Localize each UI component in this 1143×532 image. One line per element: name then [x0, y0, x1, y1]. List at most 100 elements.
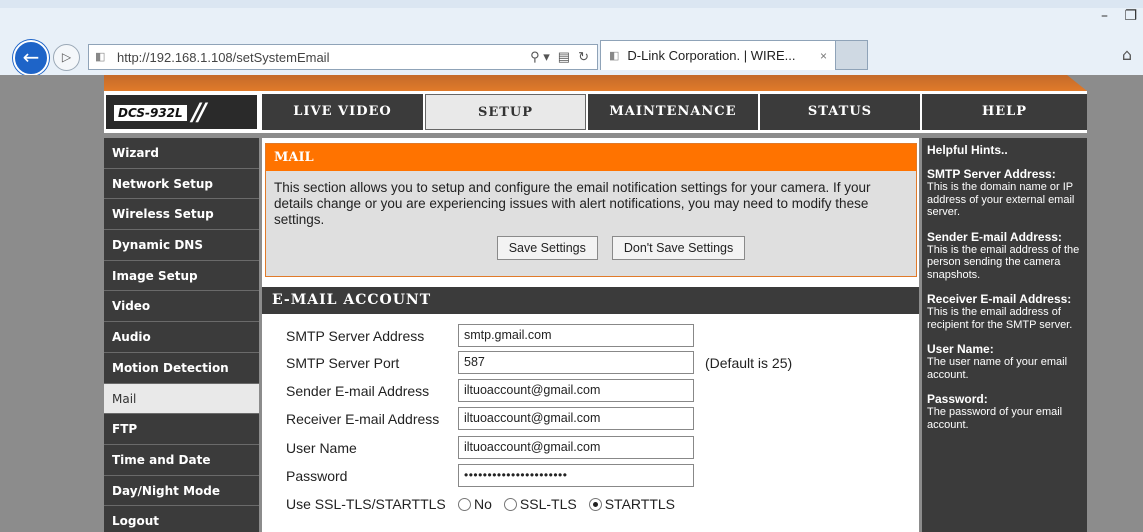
sender-email-label: Sender E-mail Address — [286, 383, 430, 399]
ssl-row: Use SSL-TLS/STARTTLS No SSL-TLS STARTTLS — [265, 492, 905, 516]
username-row: User Name iltuoaccount@gmail.com — [265, 436, 905, 460]
browser-tab[interactable]: ◧ D-Link Corporation. | WIRE... × — [600, 40, 836, 70]
browser-toolbar: – ❐ ← ▷ ◧ http://192.168.1.108/setSystem… — [0, 0, 1143, 76]
sidebar-item-time-and-date[interactable]: Time and Date — [104, 445, 259, 476]
sidebar-item-mail[interactable]: Mail — [104, 383, 259, 415]
ssl-option-starttls[interactable]: STARTTLS — [588, 496, 675, 512]
smtp-port-input[interactable]: 587 — [458, 351, 694, 374]
username-input[interactable]: iltuoaccount@gmail.com — [458, 436, 694, 459]
help-body: This is the domain name or IP address of… — [927, 181, 1075, 218]
receiver-email-label: Receiver E-mail Address — [286, 411, 440, 427]
sidebar-item-video[interactable]: Video — [104, 291, 259, 323]
tab-help[interactable]: HELP — [922, 94, 1087, 130]
tab-favicon-icon: ◧ — [609, 50, 620, 62]
receiver-email-row: Receiver E-mail Address iltuoaccount@gma… — [265, 407, 905, 431]
sidebar-item-motion-detection[interactable]: Motion Detection — [104, 353, 259, 384]
helpful-hints-panel: Helpful Hints.. SMTP Server Address: Thi… — [922, 138, 1087, 532]
help-body: The user name of your email account. — [927, 356, 1068, 381]
radio-ssl-tls[interactable] — [503, 497, 517, 511]
tab-status[interactable]: STATUS — [760, 94, 920, 130]
sidebar-item-network-setup[interactable]: Network Setup — [104, 169, 259, 200]
helpful-hints-title: Helpful Hints.. — [927, 143, 1008, 157]
ssl-option-ssl-tls[interactable]: SSL-TLS — [503, 496, 577, 512]
save-settings-button[interactable]: Save Settings — [496, 236, 598, 260]
help-head: Password: — [927, 392, 988, 406]
help-item-sender-email: Sender E-mail Address: This is the email… — [927, 229, 1083, 282]
radio-no[interactable] — [458, 497, 471, 511]
sidebar-item-wizard[interactable]: Wizard — [104, 138, 259, 169]
main-content: MAIL This section allows you to setup an… — [262, 138, 919, 532]
tab-close-icon[interactable]: × — [820, 49, 827, 63]
header-accent-band — [104, 75, 1087, 91]
address-bar[interactable]: ◧ http://192.168.1.108/setSystemEmail ⚲ … — [88, 44, 598, 70]
search-dropdown-icon[interactable]: ⚲ ▾ — [530, 49, 550, 65]
compatibility-view-icon[interactable]: ▤ — [558, 49, 570, 65]
password-row: Password •••••••••••••••••••••• — [265, 464, 905, 488]
tab-setup[interactable]: SETUP — [425, 94, 586, 130]
ssl-option-no[interactable]: No — [458, 496, 492, 512]
tab-title: D-Link Corporation. | WIRE... — [627, 48, 796, 63]
logo-slashes: // — [192, 98, 206, 126]
new-tab-button[interactable] — [836, 40, 868, 70]
sidebar-item-image-setup[interactable]: Image Setup — [104, 261, 259, 292]
sidebar-item-logout[interactable]: Logout — [104, 506, 259, 532]
restore-icon[interactable]: ❐ — [1124, 8, 1137, 24]
home-icon[interactable]: ⌂ — [1116, 44, 1138, 66]
help-head: User Name: — [927, 342, 994, 356]
sidebar-nav: Wizard Network Setup Wireless Setup Dyna… — [104, 138, 259, 532]
ssl-option-starttls-label: STARTTLS — [604, 496, 675, 512]
help-head: Receiver E-mail Address: — [927, 292, 1072, 306]
username-label: User Name — [286, 440, 357, 456]
mail-section: MAIL This section allows you to setup an… — [265, 143, 917, 277]
dont-save-settings-button[interactable]: Don't Save Settings — [611, 236, 746, 260]
back-arrow-icon[interactable]: ← — [13, 40, 49, 76]
forward-arrow-icon[interactable]: ▷ — [53, 44, 80, 71]
sidebar-item-day-night-mode[interactable]: Day/Night Mode — [104, 476, 259, 507]
page-favicon-icon: ◧ — [95, 51, 106, 63]
sidebar-item-ftp[interactable]: FTP — [104, 414, 259, 445]
receiver-email-input[interactable]: iltuoaccount@gmail.com — [458, 407, 694, 430]
smtp-port-default-note: (Default is 25) — [705, 355, 793, 371]
radio-starttls[interactable] — [588, 497, 602, 511]
tab-maintenance[interactable]: MAINTENANCE — [588, 94, 758, 130]
smtp-port-row: SMTP Server Port 587 (Default is 25) — [265, 351, 905, 375]
help-item-receiver-email: Receiver E-mail Address: This is the ema… — [927, 293, 1083, 331]
sender-email-row: Sender E-mail Address iltuoaccount@gmail… — [265, 379, 905, 403]
logo-model-text: DCS-932L — [114, 105, 187, 121]
ssl-option-no-label: No — [474, 496, 492, 512]
smtp-port-label: SMTP Server Port — [286, 355, 400, 371]
ssl-radio-group: No SSL-TLS STARTTLS — [458, 496, 683, 512]
sidebar-item-dynamic-dns[interactable]: Dynamic DNS — [104, 230, 259, 261]
password-input[interactable]: •••••••••••••••••••••• — [458, 464, 694, 487]
help-item-password: Password: The password of your email acc… — [927, 393, 1083, 431]
refresh-icon[interactable]: ↻ — [578, 49, 589, 65]
smtp-server-input[interactable]: smtp.gmail.com — [458, 324, 694, 347]
smtp-server-label: SMTP Server Address — [286, 328, 425, 344]
product-logo: DCS-932L // — [104, 93, 259, 131]
address-url[interactable]: http://192.168.1.108/setSystemEmail — [117, 50, 530, 65]
tab-live-video[interactable]: LIVE VIDEO — [262, 94, 423, 130]
sidebar-item-audio[interactable]: Audio — [104, 322, 259, 353]
sender-email-input[interactable]: iltuoaccount@gmail.com — [458, 379, 694, 402]
sidebar-item-wireless-setup[interactable]: Wireless Setup — [104, 199, 259, 231]
mail-action-buttons: Save Settings Don't Save Settings — [266, 236, 916, 260]
camera-web-page: DCS-932L // LIVE VIDEO SETUP MAINTENANCE… — [0, 75, 1143, 532]
page-margin — [1087, 75, 1143, 532]
minimize-icon[interactable]: – — [1101, 8, 1108, 24]
smtp-server-row: SMTP Server Address smtp.gmail.com — [265, 324, 905, 348]
password-label: Password — [286, 468, 348, 484]
ssl-label: Use SSL-TLS/STARTTLS — [286, 496, 446, 512]
mail-section-title: MAIL — [266, 144, 916, 171]
help-head: SMTP Server Address: — [927, 167, 1056, 181]
help-body: The password of your email account. — [927, 406, 1063, 431]
help-body: This is the email address of the person … — [927, 243, 1080, 281]
mail-description: This section allows you to setup and con… — [274, 180, 871, 227]
email-account-title: E-MAIL ACCOUNT — [262, 287, 919, 314]
email-account-form: SMTP Server Address smtp.gmail.com SMTP … — [265, 314, 917, 532]
help-item-username: User Name: The user name of your email a… — [927, 343, 1083, 381]
ssl-option-ssl-tls-label: SSL-TLS — [519, 496, 577, 512]
window-controls: – ❐ — [1089, 8, 1137, 24]
help-body: This is the email address of recipient f… — [927, 306, 1073, 331]
help-head: Sender E-mail Address: — [927, 229, 1062, 244]
title-bar — [0, 0, 1143, 8]
